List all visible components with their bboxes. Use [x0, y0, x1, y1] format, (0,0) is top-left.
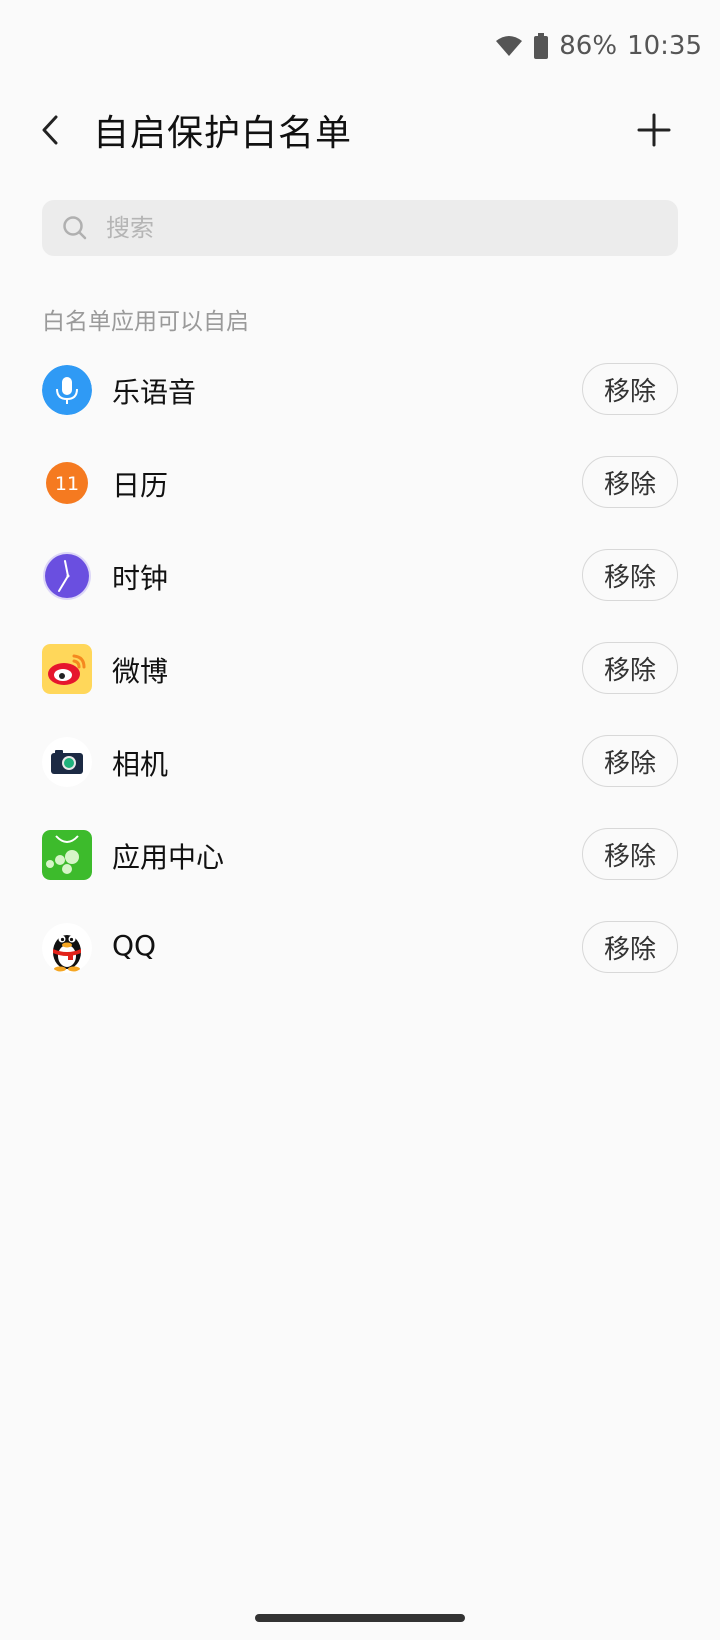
- search-icon: [62, 214, 90, 242]
- list-item: 乐语音 移除: [0, 343, 720, 436]
- app-name: 日历: [112, 469, 169, 502]
- calendar-icon: 11: [42, 458, 92, 508]
- plus-icon: [637, 113, 671, 151]
- app-name: 时钟: [112, 562, 169, 595]
- app-name: 相机: [112, 748, 169, 781]
- list-item: 应用中心 移除: [0, 808, 720, 901]
- app-name: 应用中心: [112, 841, 225, 874]
- back-button[interactable]: [30, 108, 70, 156]
- app-name: 乐语音: [112, 376, 197, 409]
- remove-button[interactable]: 移除: [582, 549, 678, 601]
- status-bar: 86% 10:35: [0, 0, 720, 92]
- remove-button[interactable]: 移除: [582, 921, 678, 973]
- list-item: QQ 移除: [0, 901, 720, 994]
- battery-percent: 86%: [559, 31, 618, 61]
- chevron-left-icon: [40, 114, 60, 150]
- clock-time: 10:35: [627, 31, 702, 61]
- list-item: 微博 移除: [0, 622, 720, 715]
- weibo-icon: [42, 644, 92, 694]
- app-name: QQ: [112, 929, 157, 962]
- camera-icon: [42, 737, 92, 787]
- section-label: 白名单应用可以自启: [42, 309, 249, 335]
- search-input[interactable]: [104, 213, 668, 243]
- list-item: 相机 移除: [0, 715, 720, 808]
- qq-penguin-icon: [42, 923, 92, 973]
- remove-button[interactable]: 移除: [582, 642, 678, 694]
- list-item: 时钟 移除: [0, 529, 720, 622]
- app-list: 乐语音 移除 11 日历 移除 时钟 移除 微博 移除 相机 移除 应用中心 移…: [0, 343, 720, 994]
- remove-button[interactable]: 移除: [582, 735, 678, 787]
- remove-button[interactable]: 移除: [582, 828, 678, 880]
- add-button[interactable]: [628, 106, 680, 158]
- clock-icon: [42, 551, 92, 601]
- status-icons: 86% 10:35: [495, 28, 702, 64]
- app-name: 微博: [112, 655, 169, 688]
- header: 自启保护白名单: [0, 96, 720, 168]
- battery-icon: [533, 33, 549, 59]
- page-title: 自启保护白名单: [93, 113, 353, 154]
- home-indicator[interactable]: [255, 1614, 465, 1622]
- search-bar[interactable]: [42, 200, 678, 256]
- remove-button[interactable]: 移除: [582, 363, 678, 415]
- calendar-day: 11: [55, 473, 79, 495]
- wifi-icon: [495, 35, 523, 57]
- remove-button[interactable]: 移除: [582, 456, 678, 508]
- app-center-icon: [42, 830, 92, 880]
- list-item: 11 日历 移除: [0, 436, 720, 529]
- microphone-icon: [42, 365, 92, 415]
